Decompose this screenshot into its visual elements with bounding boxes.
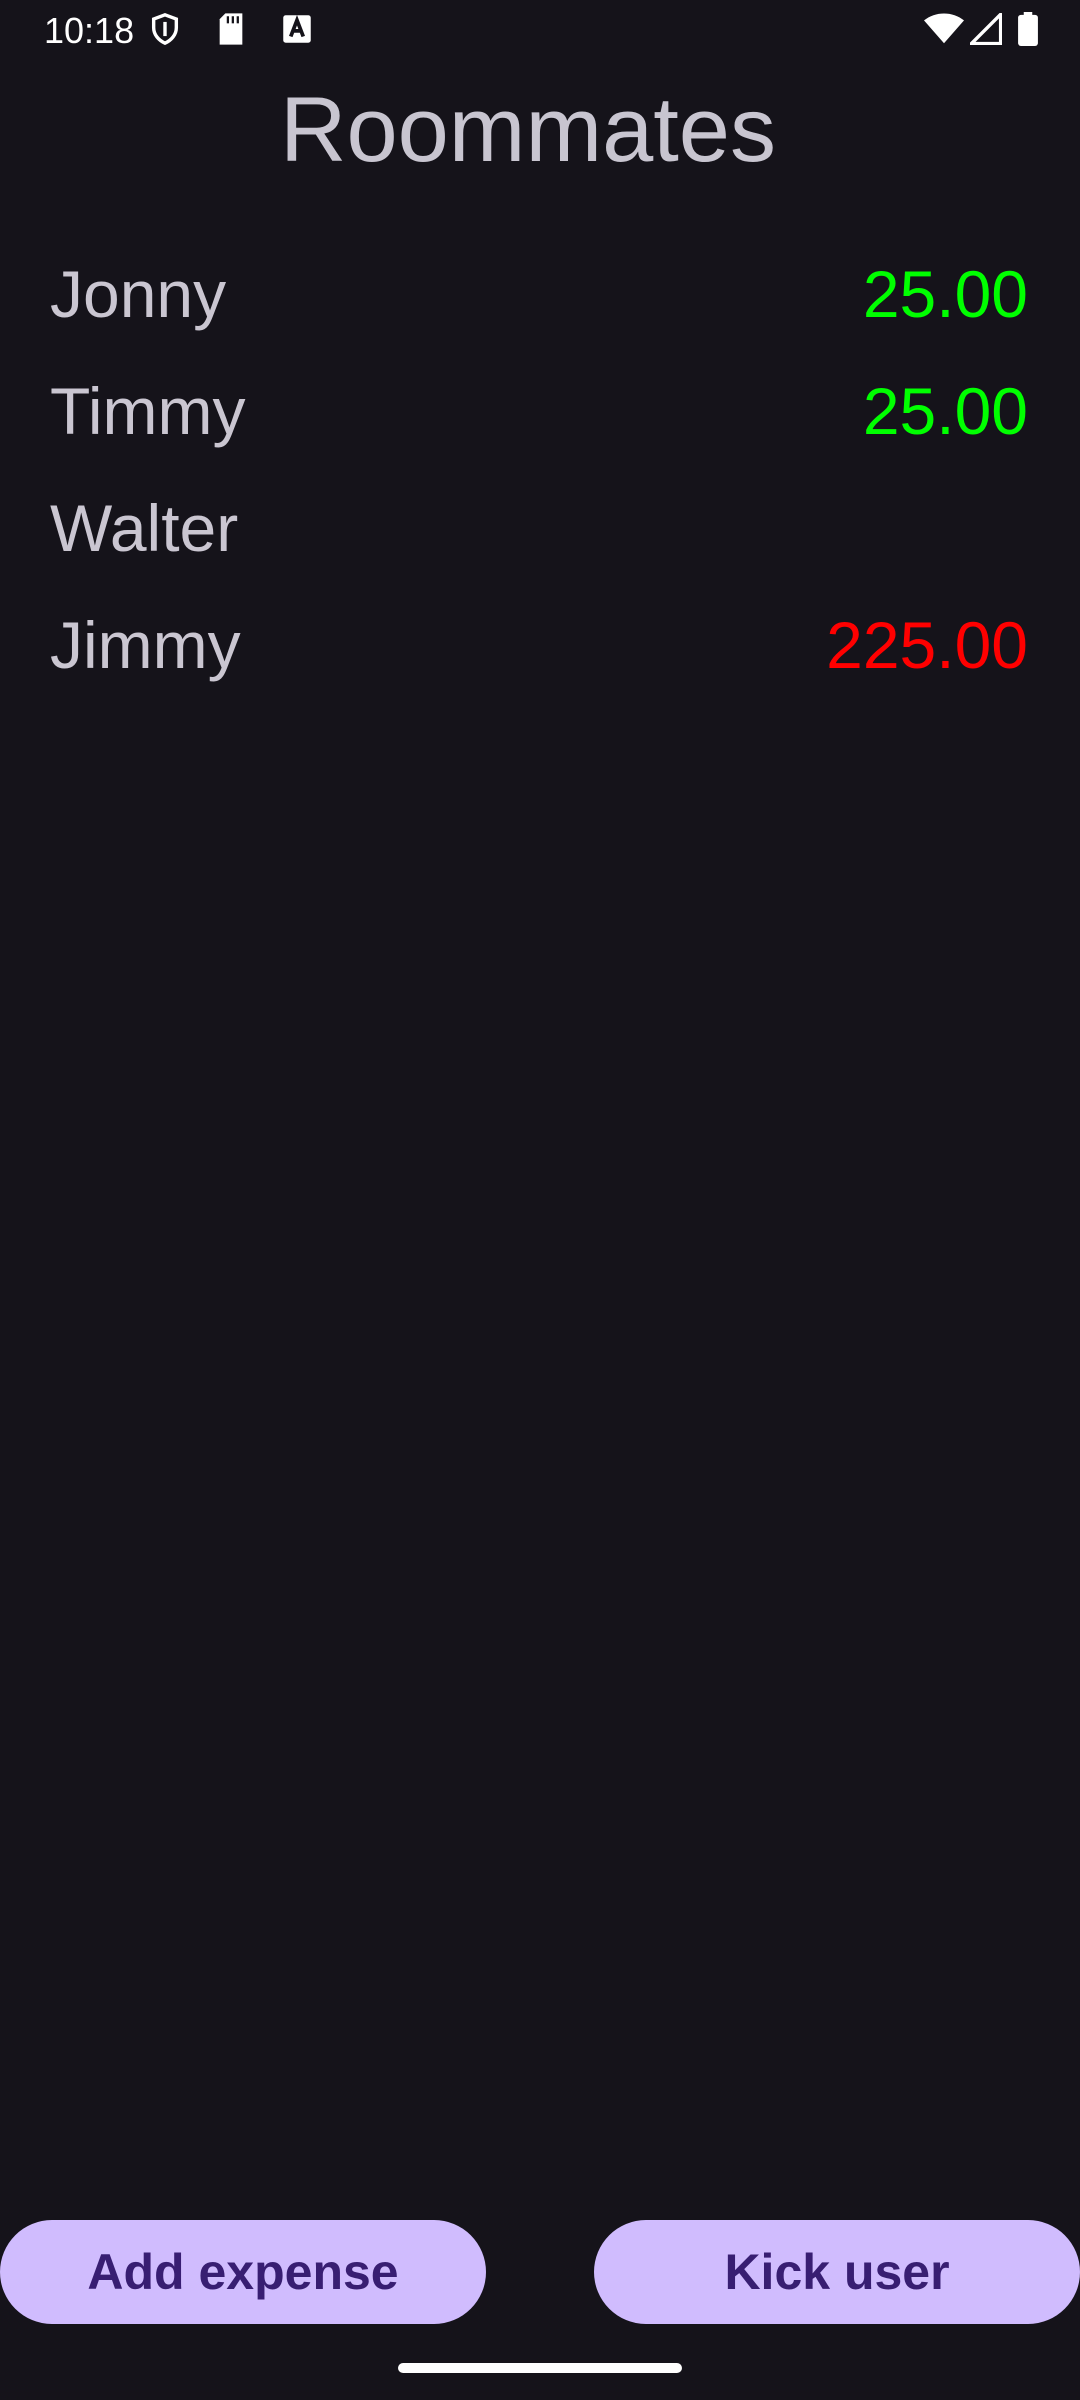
home-indicator[interactable] <box>398 2363 682 2373</box>
status-right-icons <box>924 11 1038 51</box>
status-time: 10:18 <box>44 10 135 51</box>
roommate-name: Walter <box>50 491 239 565</box>
status-left-icons <box>148 12 312 51</box>
battery-icon <box>1018 11 1038 51</box>
roommate-name: Jonny <box>50 257 227 331</box>
roommate-row[interactable]: Timmy 25.00 <box>0 355 1080 472</box>
roommate-row[interactable]: Walter <box>0 472 1080 589</box>
keyboard-a-icon <box>282 14 312 49</box>
roommate-balance: 225.00 <box>826 608 1028 682</box>
signal-icon <box>969 12 1003 50</box>
roommate-name: Jimmy <box>50 608 241 682</box>
shield-icon <box>148 12 182 51</box>
status-bar: 10:18 <box>0 0 1080 62</box>
kick-user-button[interactable]: Kick user <box>594 2220 1080 2324</box>
add-expense-button[interactable]: Add expense <box>0 2220 486 2324</box>
wifi-icon <box>924 12 964 50</box>
page-title: Roommates <box>280 79 776 181</box>
sd-card-icon <box>216 12 246 51</box>
roommate-balance: 25.00 <box>862 374 1028 448</box>
roommate-row[interactable]: Jimmy 225.00 <box>0 589 1080 706</box>
roommate-list: Jonny 25.00 Timmy 25.00 Walter Jimmy 225.00 <box>0 238 1080 706</box>
roommate-row[interactable]: Jonny 25.00 <box>0 238 1080 355</box>
roommate-name: Timmy <box>50 374 246 448</box>
roommate-balance: 25.00 <box>862 257 1028 331</box>
